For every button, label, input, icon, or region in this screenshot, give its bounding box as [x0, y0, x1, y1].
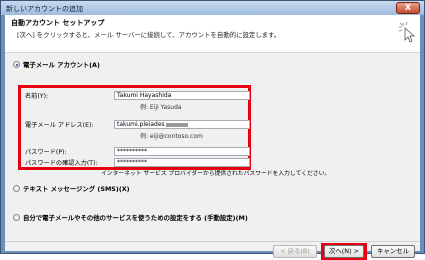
name-example: 例: Eiji Yasuda: [140, 104, 182, 111]
text-messaging-label[interactable]: テキスト メッセージング (SMS)(X): [23, 184, 130, 193]
add-account-dialog: 新しいアカウントの追加 X 自動アカウント セットアップ [次へ] をクリックす…: [0, 0, 425, 260]
password-label: パスワード(P):: [25, 149, 67, 156]
wizard-header: 自動アカウント セットアップ [次へ] をクリックすると、メール サーバーに接続…: [5, 15, 420, 53]
redaction-mask: [165, 122, 188, 127]
magic-cursor-icon: [398, 21, 416, 43]
next-button[interactable]: 次へ(N) >: [324, 245, 364, 258]
manual-setup-radio[interactable]: [13, 214, 20, 221]
email-label: 電子メール アドレス(E):: [25, 122, 94, 129]
password-field[interactable]: **********: [114, 147, 250, 156]
name-field[interactable]: Takumi Hayashida: [114, 91, 250, 100]
password-note: インターネット サービス プロバイダーから提供されたパスワードを入力してください…: [101, 171, 331, 177]
email-account-radio[interactable]: [13, 61, 20, 68]
email-value: takumi.pleiades: [117, 121, 165, 128]
cancel-button[interactable]: キャンセル: [371, 245, 415, 258]
back-button[interactable]: < 戻る(B): [273, 245, 317, 258]
password-confirm-field[interactable]: **********: [114, 158, 250, 167]
manual-setup-label[interactable]: 自分で電子メールやその他のサービスを使うための設定をする (手動設定)(M): [23, 213, 248, 222]
button-divider: [5, 241, 420, 242]
close-icon: X: [404, 3, 412, 12]
window-title: 新しいアカウントの追加: [6, 5, 83, 13]
close-button[interactable]: X: [396, 2, 420, 14]
password-confirm-label: パスワードの確認入力(T):: [25, 160, 98, 167]
dialog-body: 自動アカウント セットアップ [次へ] をクリックすると、メール サーバーに接続…: [5, 15, 420, 260]
page-title: 自動アカウント セットアップ: [11, 19, 105, 27]
name-label: 名前(Y):: [25, 93, 49, 100]
account-form-highlight: 名前(Y): Takumi Hayashida 例: Eiji Yasuda 電…: [18, 85, 251, 170]
title-bar[interactable]: 新しいアカウントの追加 X: [1, 1, 424, 15]
email-example: 例: eiji@contoso.com: [140, 133, 203, 140]
page-description: [次へ] をクリックすると、メール サーバーに接続して、アカウントを自動的に設定…: [17, 31, 281, 39]
email-field[interactable]: takumi.pleiades: [114, 120, 250, 129]
email-account-label[interactable]: 電子メール アカウント(A): [23, 60, 100, 69]
text-messaging-radio[interactable]: [13, 185, 20, 192]
